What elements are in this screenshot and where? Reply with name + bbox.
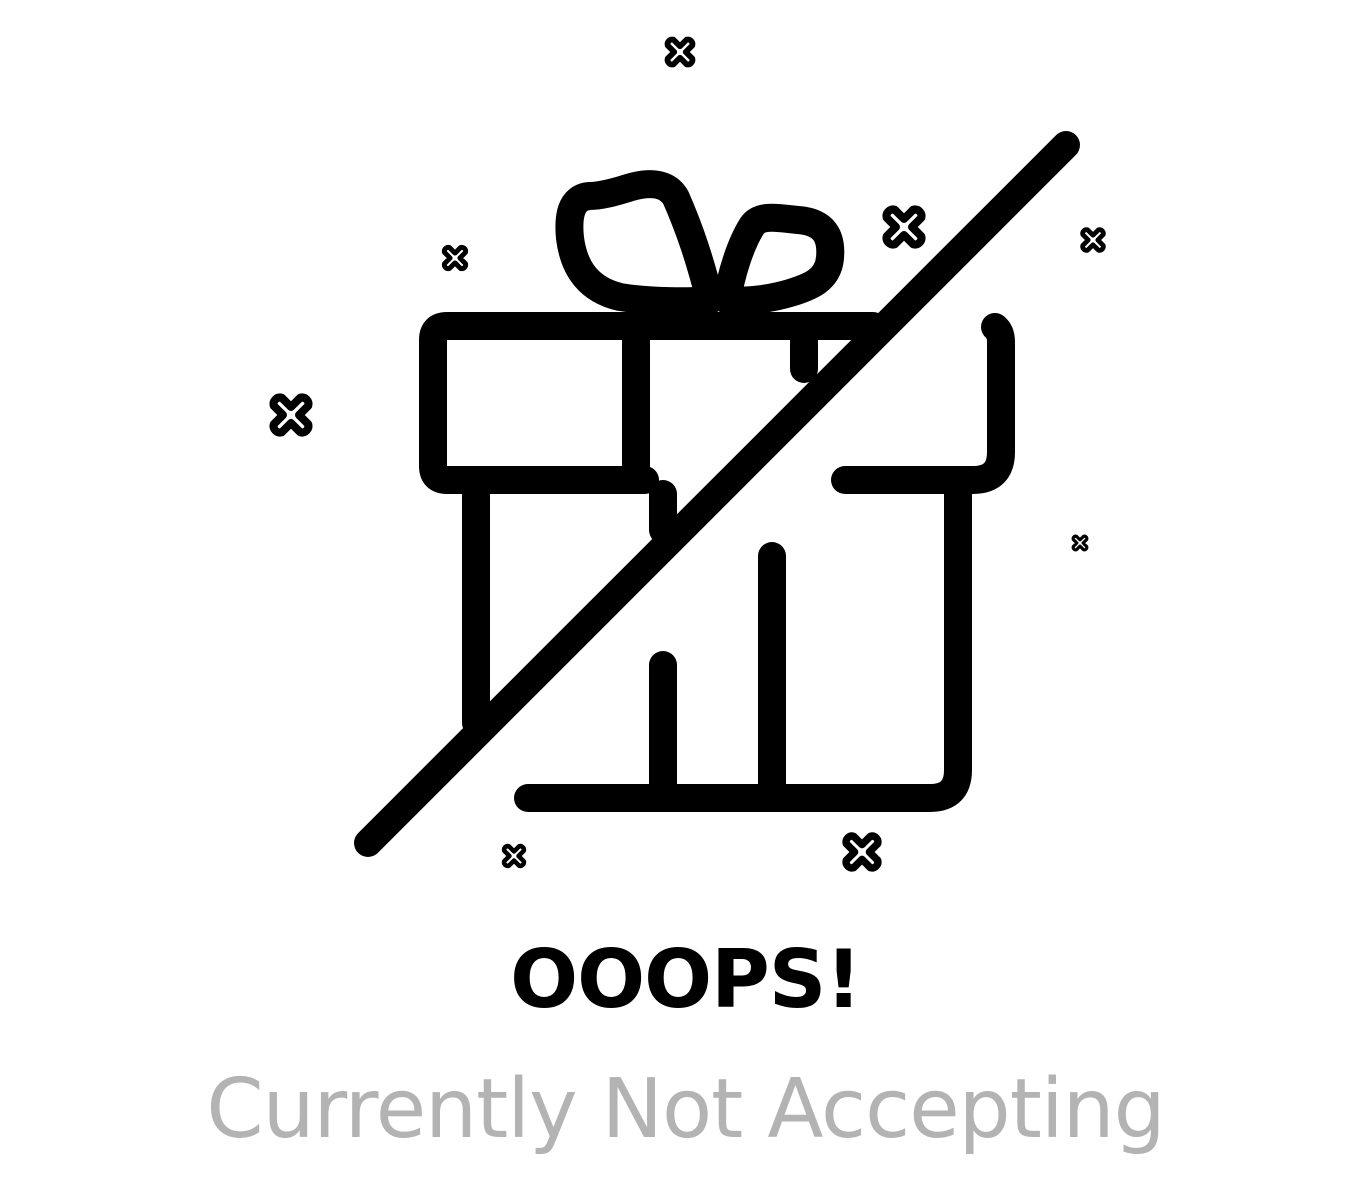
gift-crossed-out-icon (269, 36, 1106, 872)
sparkle-cross-icon (882, 205, 926, 249)
status-message: Currently Not Accepting (206, 1062, 1165, 1157)
sparkle-cross-icon (441, 244, 469, 272)
sparkle-cross-icon (1080, 227, 1106, 253)
sparkle-cross-icon (1071, 534, 1089, 552)
sparkle-cross-icon (501, 843, 527, 869)
gift-bow-left-loop (555, 170, 724, 316)
gift-box-right-side-and-bottom (514, 480, 972, 812)
sparkle-cross-icon (269, 393, 313, 437)
sparkles (269, 36, 1106, 872)
gift-bow-right-loop (713, 203, 845, 315)
no-gifts-page: OOOPS! Currently Not Accepting (0, 0, 1371, 1200)
headline: OOOPS! (510, 933, 862, 1026)
sparkle-cross-icon (664, 36, 696, 68)
sparkle-cross-icon (842, 832, 882, 872)
